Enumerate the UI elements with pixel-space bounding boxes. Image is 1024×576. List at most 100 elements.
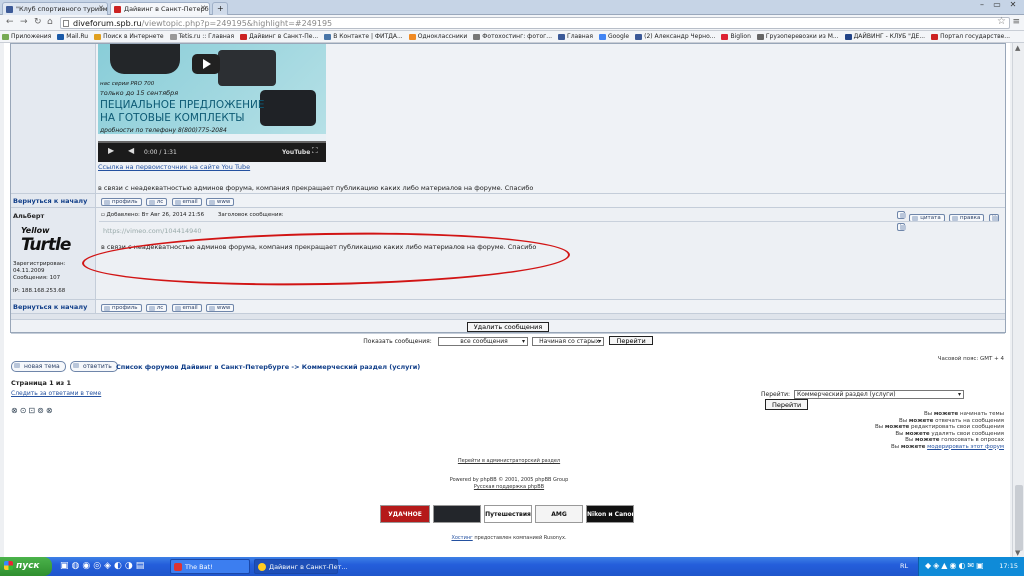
page-viewport: нас серии PRO 700 только до 15 сентября … <box>4 43 1010 557</box>
bookmark-favicon-icon <box>240 34 248 40</box>
scroll-up-icon[interactable]: ▲ <box>1015 44 1020 52</box>
bookmark-item[interactable]: Портал государстве... <box>929 31 1014 40</box>
jump-forum-select[interactable]: Коммерческий раздел (услуги) ▾ <box>793 390 964 399</box>
home-icon[interactable]: ⌂ <box>47 17 53 27</box>
bookmark-item[interactable]: Главная <box>556 31 597 40</box>
volume-icon[interactable]: ◀ <box>128 146 134 155</box>
bookmark-item[interactable]: Tetis.ru :: Главная <box>168 31 238 40</box>
new-topic-button[interactable]: новая тема <box>11 361 66 372</box>
url-input[interactable]: diveforum.spb.ru/viewtopic.php?p=249195&… <box>60 17 1010 29</box>
bookmark-star-icon[interactable]: ☆ <box>997 16 1006 27</box>
bookmark-item[interactable]: (2) Александр Черно... <box>633 31 719 40</box>
breadcrumb[interactable]: Список форумов Дайвинг в Санкт-Петербург… <box>116 363 420 371</box>
email-button[interactable]: email <box>171 198 202 206</box>
bookmark-item[interactable]: Фотохостинг: фотог... <box>471 31 556 40</box>
youtube-source-link[interactable]: Ссылка на первоисточник на сайте You Tub… <box>98 163 250 171</box>
partner-banner[interactable]: Nikon и Canon <box>586 505 634 523</box>
bookmark-item[interactable]: Поиск в Интернете <box>92 31 168 40</box>
page-scrollbar[interactable]: ▲ ▼ <box>1012 43 1024 557</box>
menu-icon[interactable]: ≡ <box>1012 17 1020 27</box>
topic-icon[interactable]: ⊚ <box>37 406 46 415</box>
minimize-icon[interactable]: – <box>975 0 989 9</box>
start-button[interactable]: пуск <box>0 557 52 576</box>
russian-support-link[interactable]: Русская поддержка phpBB <box>424 484 594 490</box>
bookmark-item[interactable]: Google <box>597 31 633 40</box>
youtube-play-icon[interactable] <box>192 54 220 74</box>
bookmark-favicon-icon <box>473 34 481 40</box>
delete-messages-button[interactable]: Удалить сообщения <box>466 322 550 332</box>
watch-topic-link[interactable]: Следить за ответами в теме <box>11 390 101 397</box>
browser-tab-2[interactable]: Дайвинг в Санкт-Петербург ✕ <box>110 2 210 15</box>
quicklaunch-icon[interactable]: ◈ <box>104 561 114 571</box>
maximize-icon[interactable]: ▭ <box>990 0 1004 9</box>
select-checkbox[interactable] <box>897 211 906 219</box>
profile-button[interactable]: профиль <box>101 304 142 312</box>
topic-icon[interactable]: ⊡ <box>28 406 37 415</box>
scrollbar-thumb[interactable] <box>1015 485 1023 551</box>
close-tab-icon[interactable]: ✕ <box>200 4 206 12</box>
pm-button[interactable]: лс <box>145 304 168 312</box>
bookmark-item[interactable]: ДАЙВИНГ - КЛУБ "ДЕ... <box>843 31 929 40</box>
back-arrow-icon[interactable]: ← <box>6 17 14 27</box>
reload-icon[interactable]: ↻ <box>34 17 42 27</box>
address-bar-row: ← → ↻ ⌂ diveforum.spb.ru/viewtopic.php?p… <box>0 15 1024 31</box>
tray-icons[interactable]: ◆◈▲◉◐✉▣ <box>925 561 986 570</box>
quicklaunch-icon[interactable]: ◐ <box>114 561 125 571</box>
bookmark-favicon-icon <box>844 34 852 40</box>
new-tab-button[interactable]: + <box>212 2 228 15</box>
bookmark-item[interactable]: Одноклассники <box>407 31 472 40</box>
play-icon[interactable]: ▶ <box>108 146 114 155</box>
profile-button[interactable]: профиль <box>101 198 142 206</box>
dive-flag-favicon-icon <box>114 6 121 13</box>
pm-button[interactable]: лс <box>145 198 168 206</box>
quicklaunch-icon[interactable]: ▣ <box>60 561 72 571</box>
language-indicator[interactable]: RL <box>900 562 908 570</box>
quicklaunch-icon[interactable]: ◉ <box>82 561 93 571</box>
hosting-link[interactable]: Хостинг <box>451 535 472 541</box>
browser-tab-1[interactable]: "Клуб спортивного туризм ✕ <box>2 2 108 15</box>
forward-arrow-icon[interactable]: → <box>20 17 28 27</box>
go-button[interactable]: Перейти <box>609 336 653 345</box>
partner-banner[interactable]: AMG <box>535 505 583 523</box>
partner-banner[interactable] <box>433 505 481 523</box>
moderate-forum-link[interactable]: модерировать этот форум <box>927 444 1004 450</box>
www-button[interactable]: www <box>205 198 235 206</box>
fullscreen-icon[interactable]: ⛶ <box>312 146 318 156</box>
scroll-down-icon[interactable]: ▼ <box>1015 549 1020 557</box>
close-window-icon[interactable]: ✕ <box>1006 0 1020 9</box>
ip-info-icon[interactable]: i <box>897 223 906 231</box>
embedded-video[interactable]: нас серии PRO 700 только до 15 сентября … <box>98 44 326 162</box>
back-to-top-link[interactable]: Вернуться к началу <box>13 303 87 311</box>
quicklaunch-icon[interactable]: ◎ <box>93 561 104 571</box>
sort-order-select[interactable]: Начиная со старых ▾ <box>532 337 605 346</box>
vimeo-link[interactable]: https://vimeo.com/104414940 <box>103 227 202 235</box>
bookmark-item[interactable]: Biglion <box>719 31 754 40</box>
bookmark-item[interactable]: Приложения <box>0 31 55 40</box>
bookmark-item[interactable]: В Контакте | ФИТДА... <box>322 31 407 40</box>
partner-banner[interactable]: Путешествия <box>484 505 532 523</box>
quicklaunch-icon[interactable]: ▤ <box>136 561 148 571</box>
bookmark-item[interactable]: Дайвинг в Санкт-Пе... <box>238 31 322 40</box>
bookmark-favicon-icon <box>169 34 177 40</box>
topic-icon[interactable]: ⊗ <box>46 406 55 415</box>
back-to-top-link[interactable]: Вернуться к началу <box>13 197 87 205</box>
quicklaunch-icon[interactable]: ◑ <box>125 561 136 571</box>
show-messages-select[interactable]: все сообщения ▾ <box>437 337 528 346</box>
www-button[interactable]: www <box>205 304 235 312</box>
bookmark-item[interactable]: Mail.Ru <box>55 31 92 40</box>
quicklaunch-icon[interactable]: ◍ <box>72 561 83 571</box>
email-button[interactable]: email <box>171 304 202 312</box>
author-name[interactable]: Альберт <box>13 212 44 220</box>
bookmark-item[interactable]: Грузоперевозки из М... <box>755 31 843 40</box>
jump-go-button[interactable]: Перейти <box>765 399 809 410</box>
taskbar-item-thebat[interactable]: The Bat! <box>170 559 250 574</box>
tab-title: Дайвинг в Санкт-Петербург <box>124 5 209 13</box>
topic-icon[interactable]: ⊗ <box>11 406 20 415</box>
youtube-logo[interactable]: YouTube <box>282 149 310 156</box>
show-messages-label: Показать сообщения: <box>363 338 432 345</box>
close-tab-icon[interactable]: ✕ <box>98 4 104 12</box>
taskbar-item-browser[interactable]: Дайвинг в Санкт-Пет... <box>254 559 348 574</box>
partner-banner[interactable]: УДАЧНОЕ <box>380 505 430 523</box>
reply-button[interactable]: ответить <box>69 361 118 372</box>
admin-panel-link[interactable]: Перейти в администраторский раздел <box>424 458 594 464</box>
